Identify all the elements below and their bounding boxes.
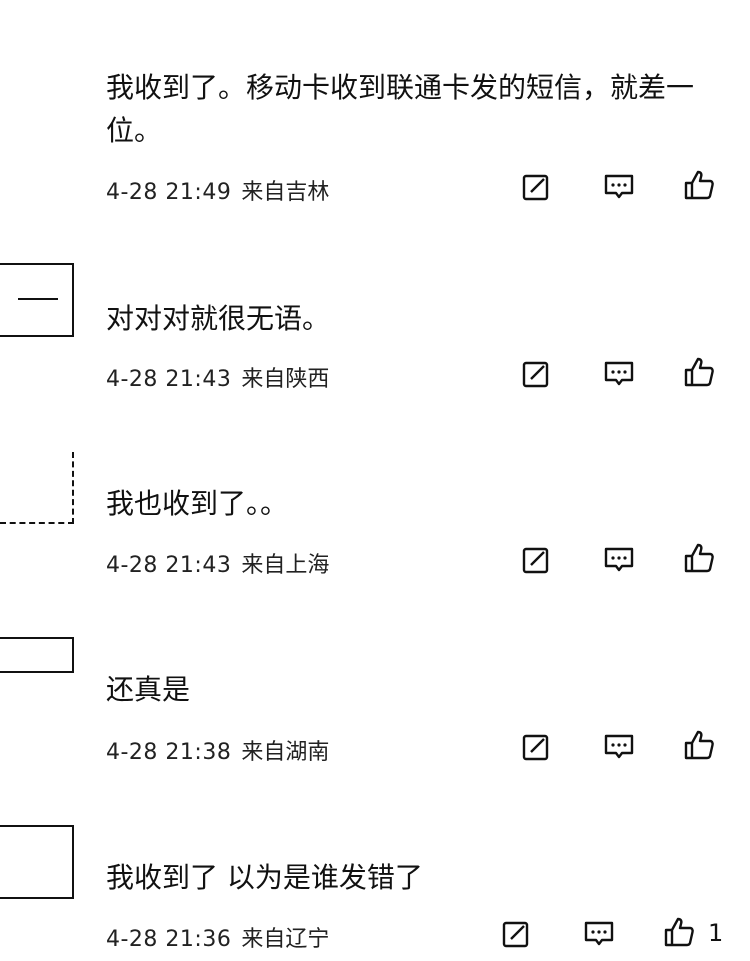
comment-meta: 4-28 21:43 来自陕西 (106, 361, 329, 393)
thumbs-up-icon (684, 357, 714, 387)
comment-icon (604, 174, 634, 199)
like-button[interactable] (682, 355, 716, 389)
avatar[interactable] (0, 452, 74, 524)
thumbs-up-icon (684, 543, 714, 573)
comment-time: 4-28 21:49 (106, 180, 232, 205)
comment-text: 对对对就很无语。 (106, 302, 331, 335)
share-icon (522, 734, 549, 761)
comment-location: 来自辽宁 (241, 927, 330, 952)
comment-location: 来自吉林 (241, 180, 330, 205)
share-icon (522, 174, 549, 201)
comment-time: 4-28 21:36 (106, 927, 232, 952)
comment-time: 4-28 21:38 (106, 740, 232, 765)
share-button[interactable] (499, 917, 533, 951)
share-button[interactable] (519, 730, 553, 764)
comment-location: 来自上海 (241, 553, 330, 578)
comment-text: 我收到了 以为是谁发错了 (106, 861, 423, 894)
comment-icon (604, 734, 634, 759)
share-button[interactable] (519, 357, 553, 391)
comment-location: 来自陕西 (241, 367, 330, 392)
reply-button[interactable] (602, 543, 636, 577)
comment-location: 来自湖南 (241, 740, 330, 765)
comment-icon (584, 921, 614, 946)
share-icon (522, 361, 549, 388)
thumbs-up-icon (664, 917, 694, 947)
reply-button[interactable] (602, 170, 636, 204)
like-button[interactable] (682, 541, 716, 575)
comment-icon (604, 361, 634, 386)
comment-text: 我也收到了。。 (106, 487, 289, 520)
share-button[interactable] (519, 170, 553, 204)
like-button[interactable] (682, 168, 716, 202)
reply-button[interactable] (602, 730, 636, 764)
like-button[interactable] (682, 728, 716, 762)
comment-time: 4-28 21:43 (106, 553, 232, 578)
comment-text: 我收到了。移动卡收到联通卡发的短信，就差一位。 (106, 71, 695, 147)
thumbs-up-icon (684, 730, 714, 760)
comment-meta: 4-28 21:49 来自吉林 (106, 174, 329, 206)
avatar-divider (18, 298, 58, 300)
thumbs-up-icon (684, 170, 714, 200)
comment-text: 还真是 (106, 673, 191, 706)
like-count: 1 (708, 919, 724, 947)
avatar[interactable] (0, 263, 74, 337)
comment-time: 4-28 21:43 (106, 367, 232, 392)
share-button[interactable] (519, 543, 553, 577)
comment-meta: 4-28 21:36 来自辽宁 (106, 921, 329, 953)
comment-icon (604, 547, 634, 572)
comment-meta: 4-28 21:38 来自湖南 (106, 734, 329, 766)
comment-meta: 4-28 21:43 来自上海 (106, 547, 329, 579)
reply-button[interactable] (602, 357, 636, 391)
reply-button[interactable] (582, 917, 616, 951)
avatar[interactable] (0, 637, 74, 673)
share-icon (522, 547, 549, 574)
share-icon (502, 921, 529, 948)
like-button[interactable] (662, 915, 696, 949)
avatar[interactable] (0, 825, 74, 899)
